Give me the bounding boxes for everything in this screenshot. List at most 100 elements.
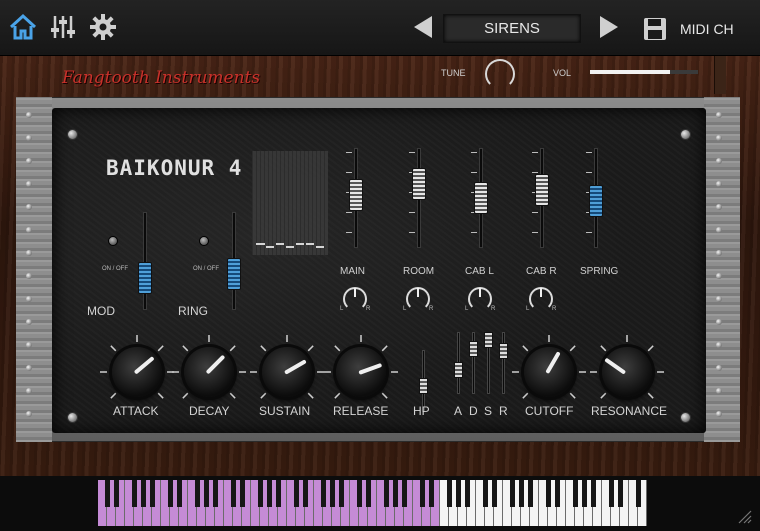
- resize-grip-icon[interactable]: [736, 508, 752, 524]
- black-key[interactable]: [203, 480, 209, 507]
- black-key[interactable]: [455, 480, 461, 507]
- mod-onoff-label: ON / OFF: [102, 266, 128, 272]
- black-key[interactable]: [491, 480, 497, 507]
- black-key[interactable]: [572, 480, 578, 507]
- black-key[interactable]: [113, 480, 119, 507]
- rivet: [716, 158, 722, 164]
- black-key[interactable]: [338, 480, 344, 507]
- pan-knob[interactable]: [343, 287, 367, 311]
- black-key[interactable]: [527, 480, 533, 507]
- black-key[interactable]: [320, 480, 326, 507]
- previous-preset-button[interactable]: [414, 16, 432, 38]
- home-icon[interactable]: [8, 12, 38, 42]
- black-key[interactable]: [383, 480, 389, 507]
- black-key[interactable]: [365, 480, 371, 507]
- black-key[interactable]: [212, 480, 218, 507]
- fader-tick: [409, 212, 415, 213]
- black-key[interactable]: [464, 480, 470, 507]
- ring-fader-handle[interactable]: [227, 258, 241, 290]
- black-key[interactable]: [428, 480, 434, 507]
- channel-fader-handle[interactable]: [349, 178, 363, 211]
- sliders-icon[interactable]: [48, 12, 78, 42]
- envelope-knob[interactable]: [112, 347, 162, 397]
- black-key[interactable]: [257, 480, 263, 507]
- rivet: [26, 342, 32, 348]
- black-key[interactable]: [401, 480, 407, 507]
- volume-label: VOL: [553, 68, 572, 78]
- black-key[interactable]: [617, 480, 623, 507]
- envelope-knob[interactable]: [336, 347, 386, 397]
- pan-knob[interactable]: [406, 287, 430, 311]
- volume-slider-fill: [590, 70, 670, 74]
- black-key[interactable]: [608, 480, 614, 507]
- gear-icon[interactable]: [88, 12, 118, 42]
- envelope-knob[interactable]: [524, 347, 574, 397]
- black-key[interactable]: [446, 480, 452, 507]
- channel-label: SPRING: [580, 266, 619, 277]
- black-key[interactable]: [509, 480, 515, 507]
- pan-knob[interactable]: [529, 287, 553, 311]
- black-key[interactable]: [392, 480, 398, 507]
- fader-tick: [346, 232, 352, 233]
- black-key[interactable]: [581, 480, 587, 507]
- mod-fader-handle[interactable]: [138, 262, 152, 294]
- adsr-fader-handle[interactable]: [484, 332, 493, 348]
- black-key[interactable]: [554, 480, 560, 507]
- scrollbar[interactable]: [714, 56, 726, 94]
- mod-fader[interactable]: [143, 212, 147, 310]
- next-preset-button[interactable]: [600, 16, 618, 38]
- black-key[interactable]: [230, 480, 236, 507]
- channel-fader-handle[interactable]: [535, 173, 549, 206]
- black-key[interactable]: [419, 480, 425, 507]
- rivet: [26, 204, 32, 210]
- black-key[interactable]: [131, 480, 137, 507]
- black-key[interactable]: [545, 480, 551, 507]
- black-key[interactable]: [140, 480, 146, 507]
- black-key[interactable]: [194, 480, 200, 507]
- volume-slider[interactable]: [590, 70, 698, 74]
- channel-label: ROOM: [403, 266, 435, 277]
- mod-power-toggle[interactable]: [108, 236, 118, 246]
- black-key[interactable]: [104, 480, 110, 507]
- channel-fader-handle[interactable]: [412, 168, 426, 201]
- adsr-fader-handle[interactable]: [454, 362, 463, 378]
- adsr-fader[interactable]: [502, 332, 505, 394]
- fader-tick: [532, 152, 538, 153]
- black-key[interactable]: [167, 480, 173, 507]
- channel-fader-handle[interactable]: [474, 182, 488, 214]
- knob-pointer: [205, 354, 226, 375]
- fader-tick: [532, 232, 538, 233]
- black-key[interactable]: [356, 480, 362, 507]
- midi-channel-label[interactable]: MIDI CH: [680, 21, 734, 37]
- floppy-disk-icon[interactable]: [643, 17, 667, 41]
- black-key[interactable]: [302, 480, 308, 507]
- adsr-label: R: [499, 404, 508, 418]
- rivet: [716, 204, 722, 210]
- ring-power-toggle[interactable]: [199, 236, 209, 246]
- preset-name-display[interactable]: SIRENS: [443, 14, 581, 43]
- black-key[interactable]: [482, 480, 488, 507]
- black-key[interactable]: [329, 480, 335, 507]
- black-key[interactable]: [239, 480, 245, 507]
- envelope-knob[interactable]: [184, 347, 234, 397]
- black-key[interactable]: [176, 480, 182, 507]
- black-key[interactable]: [266, 480, 272, 507]
- black-key[interactable]: [590, 480, 596, 507]
- black-key[interactable]: [293, 480, 299, 507]
- black-key[interactable]: [518, 480, 524, 507]
- black-key[interactable]: [635, 480, 641, 507]
- envelope-knob[interactable]: [602, 347, 652, 397]
- channel-fader-handle[interactable]: [589, 185, 603, 218]
- black-key[interactable]: [149, 480, 155, 507]
- black-key[interactable]: [275, 480, 281, 507]
- pan-knob[interactable]: [468, 287, 492, 311]
- adsr-fader-handle[interactable]: [499, 343, 508, 359]
- hp-fader-handle[interactable]: [419, 378, 428, 394]
- rivet: [26, 250, 32, 256]
- adsr-fader-handle[interactable]: [469, 341, 478, 357]
- rivet: [26, 273, 32, 279]
- envelope-knob[interactable]: [262, 347, 312, 397]
- metal-frame-right: [704, 97, 740, 442]
- tune-knob[interactable]: [485, 59, 515, 89]
- fader-tick: [471, 232, 477, 233]
